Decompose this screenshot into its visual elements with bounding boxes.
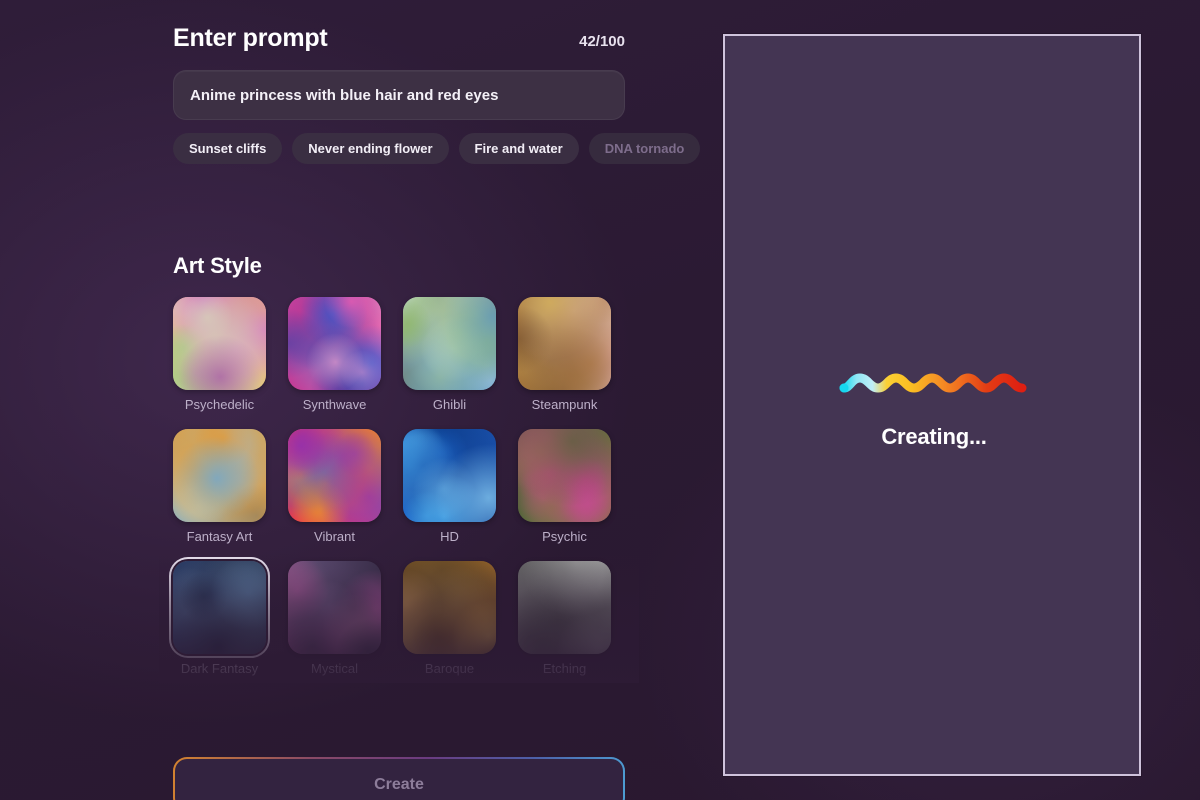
create-button[interactable]: Create bbox=[173, 757, 625, 800]
art-style-thumbnail[interactable] bbox=[173, 297, 266, 390]
art-style-thumbnail[interactable] bbox=[403, 561, 496, 654]
art-style-thumbnail-image bbox=[403, 561, 496, 654]
create-button-surface: Create bbox=[175, 759, 623, 800]
art-style-option[interactable]: Baroque bbox=[403, 561, 496, 676]
art-style-thumbnail-image bbox=[403, 297, 496, 390]
art-style-row: Psychedelic Synthwave Ghibli Steampunk bbox=[173, 297, 625, 412]
art-style-label: Dark Fantasy bbox=[180, 661, 259, 676]
art-style-thumbnail-image bbox=[518, 297, 611, 390]
suggestion-chip-list: Sunset cliffs Never ending flower Fire and… bbox=[173, 133, 701, 164]
art-style-thumbnail-image bbox=[173, 429, 266, 522]
art-style-thumbnail[interactable] bbox=[518, 561, 611, 654]
art-style-thumbnail[interactable] bbox=[403, 429, 496, 522]
art-style-option[interactable]: Ghibli bbox=[403, 297, 496, 412]
prompt-and-style-column: Enter prompt 42/100 Anime princess with … bbox=[159, 0, 701, 800]
art-style-label: Etching bbox=[542, 661, 587, 676]
art-style-label: HD bbox=[440, 529, 459, 544]
suggestion-chip[interactable]: Fire and water bbox=[458, 133, 579, 164]
character-counter: 42/100 bbox=[579, 33, 625, 50]
art-style-thumbnail-image bbox=[518, 561, 611, 654]
art-style-option[interactable]: Dark Fantasy bbox=[173, 561, 266, 676]
art-style-thumbnail[interactable] bbox=[173, 561, 266, 654]
art-style-row: Dark Fantasy Mystical Baroque Etching bbox=[173, 561, 625, 676]
art-style-option[interactable]: Mystical bbox=[288, 561, 381, 676]
art-style-option[interactable]: Psychic bbox=[518, 429, 611, 544]
art-style-heading: Art Style bbox=[173, 253, 262, 278]
app-root: Enter prompt 42/100 Anime princess with … bbox=[0, 0, 1200, 800]
art-style-label: Steampunk bbox=[531, 397, 598, 412]
preview-panel: Creating... bbox=[723, 34, 1141, 776]
art-style-option[interactable]: Vibrant bbox=[288, 429, 381, 544]
art-style-thumbnail-image bbox=[518, 429, 611, 522]
art-style-thumbnail-image bbox=[288, 561, 381, 654]
page-title: Enter prompt bbox=[173, 24, 328, 52]
preview-status-label: Creating... bbox=[881, 424, 987, 449]
art-style-thumbnail[interactable] bbox=[288, 297, 381, 390]
art-style-thumbnail-image bbox=[288, 429, 381, 522]
art-style-label: Baroque bbox=[424, 661, 475, 676]
art-style-thumbnail-image bbox=[288, 297, 381, 390]
wave-loading-icon bbox=[839, 373, 1027, 393]
art-style-thumbnail-image bbox=[403, 429, 496, 522]
art-style-row: Fantasy Art Vibrant HD Psychic bbox=[173, 429, 625, 544]
preview-status-block: Creating... bbox=[725, 368, 1143, 450]
art-style-option[interactable]: Psychedelic bbox=[173, 297, 266, 412]
create-button-label: Create bbox=[374, 775, 424, 793]
art-style-thumbnail[interactable] bbox=[518, 297, 611, 390]
art-style-thumbnail-image bbox=[173, 561, 266, 654]
art-style-label: Synthwave bbox=[302, 397, 367, 412]
art-style-option[interactable]: Synthwave bbox=[288, 297, 381, 412]
prompt-input-value: Anime princess with blue hair and red ey… bbox=[190, 86, 499, 104]
art-style-option[interactable]: Fantasy Art bbox=[173, 429, 266, 544]
suggestion-chip[interactable]: Never ending flower bbox=[292, 133, 449, 164]
art-style-grid: Psychedelic Synthwave Ghibli Steampunk Fanta… bbox=[173, 297, 625, 693]
art-style-label: Vibrant bbox=[314, 529, 355, 544]
art-style-label: Psychic bbox=[542, 529, 587, 544]
suggestion-chip[interactable]: DNA tornado bbox=[588, 133, 701, 164]
art-style-section: Art Style Psychedelic Synthwave Ghibli Stea… bbox=[159, 253, 639, 693]
art-style-label: Ghibli bbox=[432, 397, 467, 412]
art-style-thumbnail-image bbox=[173, 297, 266, 390]
art-style-label: Psychedelic bbox=[184, 397, 255, 412]
art-style-thumbnail[interactable] bbox=[288, 561, 381, 654]
art-style-label: Fantasy Art bbox=[186, 529, 253, 544]
art-style-label: Mystical bbox=[311, 661, 358, 676]
art-style-thumbnail[interactable] bbox=[288, 429, 381, 522]
art-style-option[interactable]: HD bbox=[403, 429, 496, 544]
art-style-thumbnail[interactable] bbox=[173, 429, 266, 522]
prompt-input[interactable]: Anime princess with blue hair and red ey… bbox=[173, 70, 625, 120]
suggestion-chip[interactable]: Sunset cliffs bbox=[173, 133, 283, 164]
art-style-option[interactable]: Etching bbox=[518, 561, 611, 676]
prompt-header: Enter prompt 42/100 bbox=[173, 24, 625, 58]
art-style-thumbnail[interactable] bbox=[403, 297, 496, 390]
art-style-thumbnail[interactable] bbox=[518, 429, 611, 522]
art-style-option[interactable]: Steampunk bbox=[518, 297, 611, 412]
